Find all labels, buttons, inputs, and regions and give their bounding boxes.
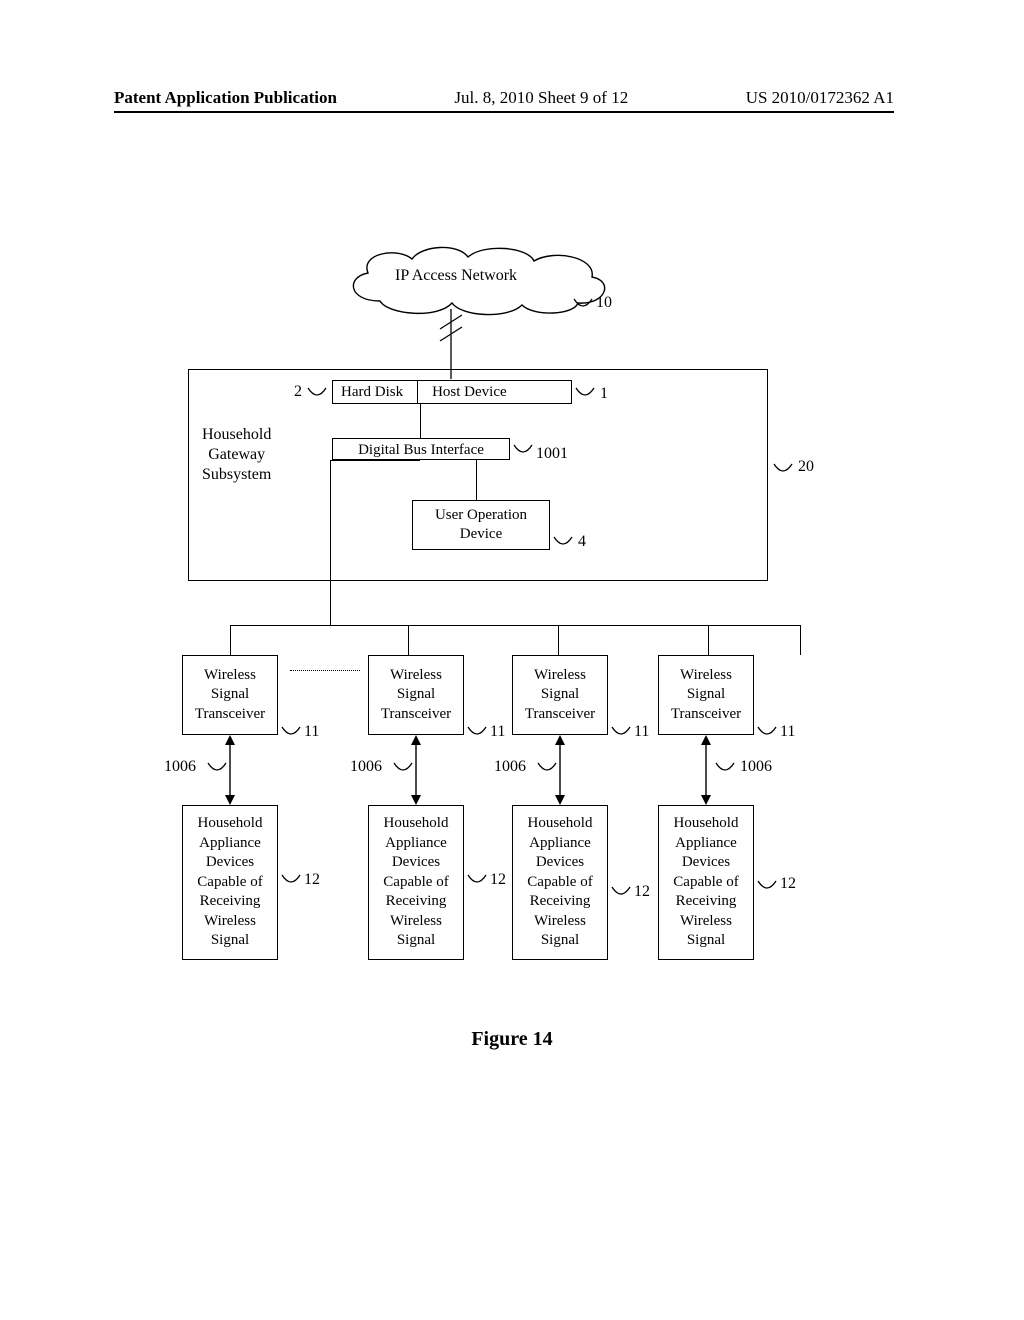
connector-line: [230, 625, 231, 655]
ref-label-1006: 1006: [494, 758, 526, 776]
ref-tick-icon: [306, 386, 328, 402]
user-operation-device-box: User OperationDevice: [412, 500, 550, 550]
ref-label-11: 11: [304, 723, 319, 741]
ref-label-1006: 1006: [350, 758, 382, 776]
ref-label-1006: 1006: [740, 758, 772, 776]
ref-tick-icon: [280, 873, 302, 889]
ref-tick-icon: [280, 725, 302, 741]
connector-line: [330, 460, 420, 461]
host-device-box: Hard Disk Host Device: [332, 380, 572, 404]
ref-tick-icon: [512, 443, 534, 459]
appliance-box: HouseholdApplianceDevicesCapable ofRecei…: [368, 805, 464, 960]
gateway-label: HouseholdGatewaySubsystem: [202, 425, 271, 485]
double-arrow-icon: [700, 735, 712, 805]
ref-label-11: 11: [490, 723, 505, 741]
ref-tick-icon: [552, 535, 574, 551]
connector-line: [330, 460, 331, 625]
ref-tick-icon: [756, 725, 778, 741]
ref-tick-icon: [536, 761, 558, 777]
ref-tick-icon: [610, 885, 632, 901]
header-right: US 2010/0172362 A1: [746, 88, 894, 108]
figure-caption: Figure 14: [0, 1028, 1024, 1051]
appliance-box: HouseholdApplianceDevicesCapable ofRecei…: [182, 805, 278, 960]
host-device-label: Host Device: [418, 384, 513, 401]
ref-tick-icon: [772, 462, 794, 478]
page-header: Patent Application Publication Jul. 8, 2…: [114, 88, 894, 113]
connector-line: [800, 625, 801, 655]
ref-label-1: 1: [600, 385, 608, 403]
diagram: IP Access Network 10 HouseholdGatewaySub…: [150, 245, 870, 1025]
connector-line: [708, 625, 709, 655]
ref-tick-icon: [756, 879, 778, 895]
header-left: Patent Application Publication: [114, 88, 337, 108]
ref-tick-icon: [574, 386, 596, 402]
ref-tick-icon: [392, 761, 414, 777]
appliance-box: HouseholdApplianceDevicesCapable ofRecei…: [658, 805, 754, 960]
cloud-label: IP Access Network: [395, 267, 517, 285]
appliance-box: HouseholdApplianceDevicesCapable ofRecei…: [512, 805, 608, 960]
ref-label-1006: 1006: [164, 758, 196, 776]
ref-label-12: 12: [304, 871, 320, 889]
connector-line: [558, 625, 559, 655]
header-center: Jul. 8, 2010 Sheet 9 of 12: [454, 88, 628, 108]
ref-label-2: 2: [294, 383, 302, 401]
ellipsis-line: [290, 670, 360, 671]
ref-label-20: 20: [798, 458, 814, 476]
connector-line: [476, 460, 477, 500]
ref-tick-icon: [466, 873, 488, 889]
ref-label-4: 4: [578, 533, 586, 551]
hard-disk-label: Hard Disk: [333, 384, 417, 401]
ref-tick-icon: [572, 297, 594, 313]
bus-line: [230, 625, 800, 626]
ref-tick-icon: [714, 761, 736, 777]
ref-label-12: 12: [490, 871, 506, 889]
ref-label-11: 11: [780, 723, 795, 741]
ref-label-12: 12: [780, 875, 796, 893]
ref-tick-icon: [206, 761, 228, 777]
transceiver-box: WirelessSignalTransceiver: [512, 655, 608, 735]
connector-line: [408, 625, 409, 655]
ref-label-11: 11: [634, 723, 649, 741]
transceiver-box: WirelessSignalTransceiver: [368, 655, 464, 735]
transceiver-box: WirelessSignalTransceiver: [182, 655, 278, 735]
connector-line: [420, 404, 421, 438]
ref-tick-icon: [466, 725, 488, 741]
ip-access-cloud: IP Access Network: [340, 245, 610, 317]
ref-label-1001: 1001: [536, 445, 568, 463]
digital-bus-interface-box: Digital Bus Interface: [332, 438, 510, 460]
ref-label-10: 10: [596, 294, 612, 312]
transceiver-box: WirelessSignalTransceiver: [658, 655, 754, 735]
ref-label-12: 12: [634, 883, 650, 901]
ref-tick-icon: [610, 725, 632, 741]
